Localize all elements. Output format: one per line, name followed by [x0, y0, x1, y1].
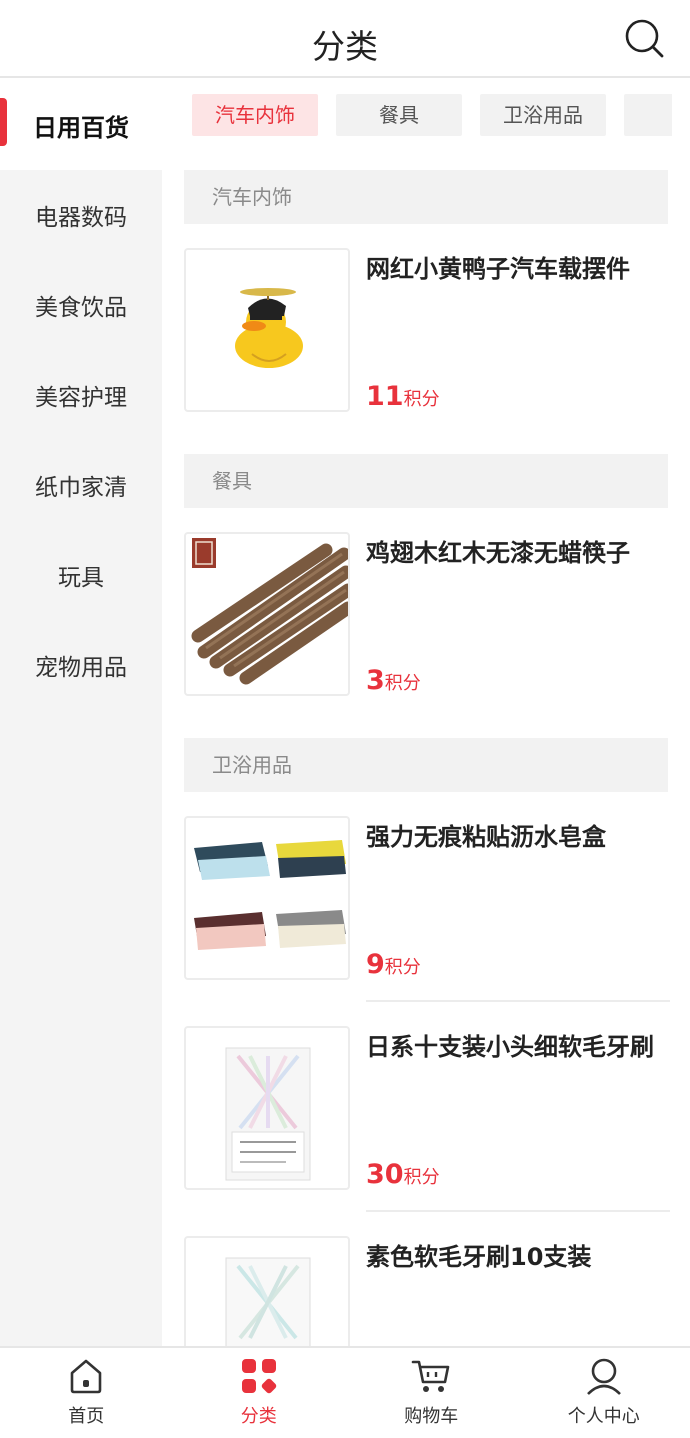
nav-category-label: 分类 [240, 1406, 277, 1427]
product-card[interactable]: 强力无痕粘贴沥水皂盒 9积分 [184, 816, 668, 982]
nav-category[interactable]: 分类 [173, 1348, 346, 1438]
tab-tableware[interactable]: 餐具 [336, 94, 462, 136]
sidebar-item-daily-goods[interactable]: 日用百货 [0, 80, 162, 170]
bottom-nav: 首页 分类 购物车 个人中心 [0, 1346, 690, 1438]
product-price: 3积分 [366, 665, 421, 696]
top-bar: 分类 [0, 0, 690, 78]
sidebar-item-tissue-cleaning[interactable]: 纸巾家清 [0, 440, 162, 530]
nav-home-label: 首页 [68, 1406, 105, 1427]
product-card[interactable]: 素色软毛牙刷10支装 [184, 1236, 668, 1346]
product-image-soap-dish [184, 816, 350, 980]
tab-flower[interactable]: 花 [624, 94, 672, 136]
page-title: 分类 [312, 27, 378, 66]
sidebar-item-food-drinks[interactable]: 美食饮品 [0, 260, 162, 350]
product-name: 鸡翅木红木无漆无蜡筷子 [366, 539, 630, 567]
sidebar-item-toys[interactable]: 玩具 [0, 530, 162, 620]
nav-home[interactable]: 首页 [0, 1348, 173, 1438]
product-name: 素色软毛牙刷10支装 [366, 1243, 592, 1271]
product-image-toothbrush [184, 1026, 350, 1190]
category-content[interactable]: 汽车内饰餐具卫浴用品花 汽车内饰 网红小黄鸭子汽车载摆件 11积分 餐具 [162, 80, 690, 1346]
product-card[interactable]: 鸡翅木红木无漆无蜡筷子 3积分 [184, 532, 668, 698]
product-image-duck [184, 248, 350, 412]
product-image-toothbrush-plain [184, 1236, 350, 1346]
product-price: 30积分 [366, 1159, 440, 1190]
nav-cart-label: 购物车 [404, 1406, 459, 1427]
tab-car-interior[interactable]: 汽车内饰 [192, 94, 318, 136]
category-sidebar: 日用百货 电器数码 美食饮品 美容护理 纸巾家清 玩具 宠物用品 [0, 80, 162, 1346]
product-name: 日系十支装小头细软毛牙刷 [366, 1033, 654, 1061]
list-divider [366, 1210, 670, 1212]
cart-icon [411, 1360, 450, 1392]
product-card[interactable]: 日系十支装小头细软毛牙刷 30积分 [184, 1026, 668, 1192]
sidebar-item-beauty[interactable]: 美容护理 [0, 350, 162, 440]
product-price: 9积分 [366, 949, 421, 980]
product-name: 网红小黄鸭子汽车载摆件 [366, 255, 630, 283]
nav-profile-label: 个人中心 [567, 1406, 640, 1427]
nav-cart[interactable]: 购物车 [345, 1348, 518, 1438]
product-name: 强力无痕粘贴沥水皂盒 [366, 823, 606, 851]
section-header: 餐具 [184, 454, 668, 508]
sidebar-item-pet-supplies[interactable]: 宠物用品 [0, 620, 162, 710]
product-image-chopsticks [184, 532, 350, 696]
user-icon [586, 1358, 621, 1395]
sidebar-item-electronics[interactable]: 电器数码 [0, 170, 162, 260]
product-price: 11积分 [366, 381, 440, 412]
list-divider [366, 1000, 670, 1002]
category-icon [241, 1359, 276, 1394]
tab-bathroom[interactable]: 卫浴用品 [480, 94, 606, 136]
subcategory-tabs: 汽车内饰餐具卫浴用品花 [192, 94, 672, 136]
search-icon[interactable] [622, 16, 666, 60]
home-icon [70, 1359, 102, 1394]
nav-profile[interactable]: 个人中心 [518, 1348, 690, 1438]
section-header: 卫浴用品 [184, 738, 668, 792]
product-card[interactable]: 网红小黄鸭子汽车载摆件 11积分 [184, 248, 668, 414]
section-header: 汽车内饰 [184, 170, 668, 224]
